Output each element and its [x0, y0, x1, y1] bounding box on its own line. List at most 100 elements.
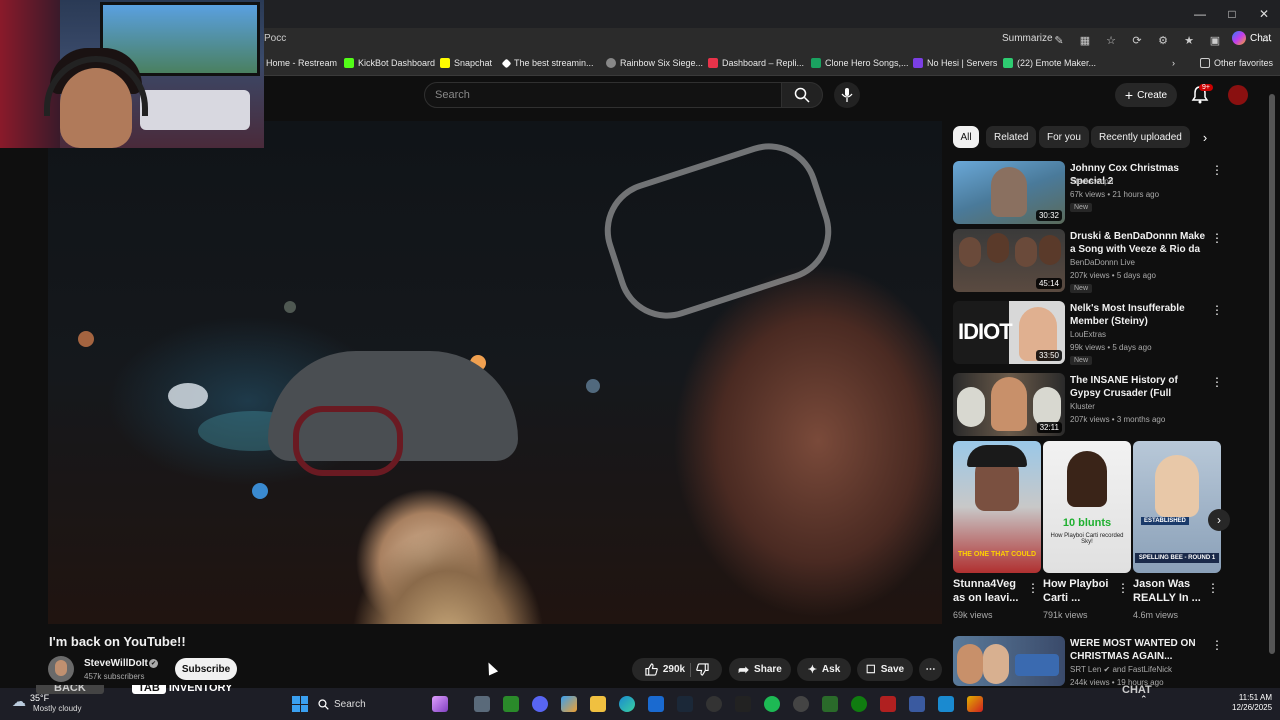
video-thumbnail[interactable]: 30:32	[953, 161, 1065, 224]
chip-for-you[interactable]: For you	[1039, 126, 1089, 148]
chevron-right-icon[interactable]: ›	[1196, 128, 1214, 146]
task-view-icon[interactable]	[474, 696, 490, 712]
more-options-icon[interactable]: ⋮	[1207, 581, 1219, 595]
settings-icon[interactable]	[735, 696, 751, 712]
video-thumbnail[interactable]: 32:11	[953, 373, 1065, 436]
video-title[interactable]: The INSANE History of Gypsy Crusader (Fu…	[1070, 374, 1208, 400]
more-options-icon[interactable]: ⋮	[1211, 375, 1223, 391]
short-thumbnail[interactable]: 10 blunts How Playboi Carti recorded Sky…	[1043, 441, 1131, 573]
bookmark-item[interactable]: Rainbow Six Siege...	[606, 58, 703, 68]
more-options-icon[interactable]: ⋮	[1117, 581, 1129, 595]
short-thumbnail[interactable]: ESTABLISHED SPELLING BEE - ROUND 1	[1133, 441, 1221, 573]
obs-icon[interactable]	[706, 696, 722, 712]
taskbar-clock[interactable]: 11:51 AM 12/26/2025	[1232, 693, 1272, 713]
chevron-right-icon[interactable]: ›	[1208, 509, 1230, 531]
bookmark-item[interactable]: The best streamin...	[501, 58, 594, 68]
chip-related[interactable]: Related	[986, 126, 1037, 148]
video-thumbnail[interactable]	[953, 636, 1065, 686]
ask-button[interactable]: ✦ Ask	[797, 658, 851, 681]
short-item[interactable]: ESTABLISHED SPELLING BEE - ROUND 1 Jason…	[1133, 441, 1221, 620]
recommendation-item[interactable]: 45:14 Druski & BenDaDonnn Make a Song wi…	[953, 229, 1253, 293]
short-title[interactable]: How Playboi Carti ...	[1043, 577, 1115, 605]
tray-overflow-icon[interactable]: ⌃	[1140, 694, 1148, 704]
bookmark-item[interactable]: (22) Emote Maker...	[1003, 58, 1096, 68]
spotify-icon[interactable]	[764, 696, 780, 712]
extensions-icon[interactable]: ⚙	[1154, 31, 1172, 49]
more-options-icon[interactable]: ⋮	[1211, 638, 1223, 654]
short-thumbnail[interactable]: THE ONE THAT COULD	[953, 441, 1041, 573]
search-button[interactable]	[781, 82, 823, 108]
short-title[interactable]: Stunna4Veg as on leavi...	[953, 577, 1025, 605]
collections-icon[interactable]: ▣	[1206, 31, 1224, 49]
video-title[interactable]: WERE MOST WANTED ON CHRISTMAS AGAIN...	[1070, 637, 1208, 663]
chip-all[interactable]: All	[953, 126, 979, 148]
bookmark-item[interactable]: Home - Restream	[266, 58, 337, 68]
bookmark-item[interactable]: No Hesi | Servers	[913, 58, 997, 68]
short-item[interactable]: THE ONE THAT COULD Stunna4Veg as on leav…	[953, 441, 1041, 620]
video-player[interactable]	[48, 121, 942, 624]
xbox-app-icon[interactable]	[851, 696, 867, 712]
store-icon[interactable]	[648, 696, 664, 712]
more-options-icon[interactable]: ⋮	[1027, 581, 1039, 595]
file-explorer-icon[interactable]	[590, 696, 606, 712]
taskbar-search[interactable]: Search	[318, 695, 428, 713]
copilot-icon[interactable]	[561, 696, 577, 712]
share-button[interactable]: ➦ Share	[729, 658, 791, 681]
bookmark-item[interactable]: Clone Hero Songs,...	[811, 58, 909, 68]
bookmarks-overflow-icon[interactable]: ›	[1172, 58, 1175, 68]
page-scrollbar[interactable]	[1268, 90, 1276, 680]
create-button[interactable]: + Create	[1115, 83, 1177, 107]
channel-name[interactable]: SRT Len ✔ and FastLifeNick	[1070, 665, 1172, 674]
weather-widget[interactable]: ☁ 35°F Mostly cloudy	[12, 693, 81, 713]
like-button[interactable]: 290k	[645, 663, 685, 676]
scrollbar-thumb[interactable]	[1269, 94, 1275, 654]
video-thumbnail[interactable]: IDIOT 33:50	[953, 301, 1065, 364]
refresh-icon[interactable]: ⟳	[1128, 31, 1146, 49]
maximize-icon[interactable]: □	[1216, 0, 1248, 28]
bookmark-item[interactable]: KickBot Dashboard	[344, 58, 435, 68]
channel-avatar[interactable]	[48, 656, 74, 682]
video-thumbnail[interactable]: 45:14	[953, 229, 1065, 292]
game-launcher-icon[interactable]	[880, 696, 896, 712]
recommendation-item[interactable]: 32:11 The INSANE History of Gypsy Crusad…	[953, 373, 1253, 437]
recommendation-item[interactable]: IDIOT 33:50 Nelk's Most Insufferable Mem…	[953, 301, 1253, 365]
more-actions-button[interactable]: ⋯	[919, 658, 942, 681]
widgets-icon[interactable]	[432, 696, 448, 712]
save-button[interactable]: ☐ Save	[857, 658, 913, 681]
video-title[interactable]: Druski & BenDaDonnn Make a Song with Vee…	[1070, 230, 1208, 256]
edge-icon[interactable]	[619, 696, 635, 712]
channel-name[interactable]: LouExtras	[1070, 330, 1106, 339]
4k-downloader-icon[interactable]	[793, 696, 809, 712]
steam-icon[interactable]	[677, 696, 693, 712]
video-title[interactable]: Nelk's Most Insufferable Member (Steiny)	[1070, 302, 1208, 328]
short-item[interactable]: 10 blunts How Playboi Carti recorded Sky…	[1043, 441, 1131, 620]
close-icon[interactable]: ✕	[1248, 0, 1280, 28]
discord-icon[interactable]	[532, 696, 548, 712]
other-favorites[interactable]: Other favorites	[1200, 58, 1273, 68]
bookmark-item[interactable]: Snapchat	[440, 58, 492, 68]
summarize-icon[interactable]: ✎	[1050, 31, 1068, 49]
voice-search-button[interactable]	[834, 82, 860, 108]
copilot-chat-button[interactable]: Chat	[1232, 31, 1271, 45]
thumbs-down-icon[interactable]	[696, 663, 709, 676]
star-icon[interactable]: ☆	[1102, 31, 1120, 49]
chip-recently-uploaded[interactable]: Recently uploaded	[1091, 126, 1190, 148]
xbox-icon[interactable]	[503, 696, 519, 712]
minimize-icon[interactable]: —	[1184, 0, 1216, 28]
window-app-icon[interactable]	[938, 696, 954, 712]
subscribe-button[interactable]: Subscribe	[175, 658, 237, 680]
windows-start-icon[interactable]	[292, 696, 308, 712]
recommendation-item[interactable]: 30:32 Johnny Cox Christmas Special 2 Sta…	[953, 161, 1253, 225]
short-title[interactable]: Jason Was REALLY In ...	[1133, 577, 1205, 605]
app-b-icon[interactable]	[822, 696, 838, 712]
search-input[interactable]: Search	[424, 82, 782, 108]
favorites-icon[interactable]: ★	[1180, 31, 1198, 49]
bookmark-item[interactable]: Dashboard – Repli...	[708, 58, 804, 68]
more-options-icon[interactable]: ⋮	[1211, 303, 1223, 319]
summarize-button[interactable]: Summarize	[1002, 33, 1053, 44]
more-options-icon[interactable]: ⋮	[1211, 163, 1223, 179]
channel-name-main[interactable]: SteveWillDoIt	[84, 658, 148, 669]
channel-name[interactable]: Stackswopo	[1070, 177, 1113, 186]
account-avatar[interactable]	[1228, 85, 1248, 105]
app-icon[interactable]	[909, 696, 925, 712]
